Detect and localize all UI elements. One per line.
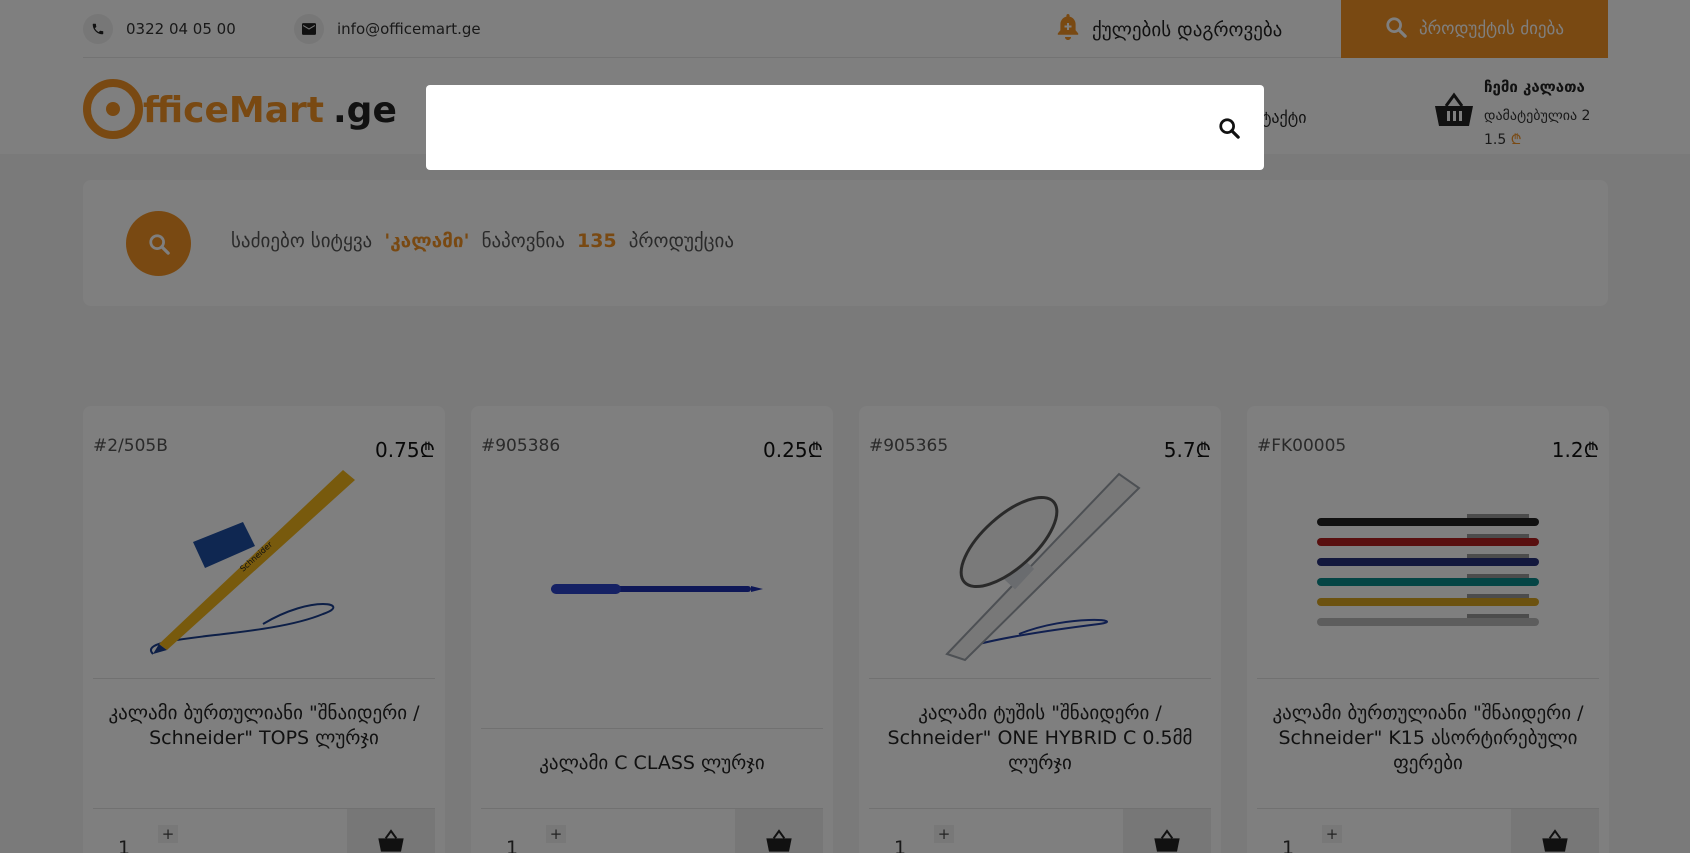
search-submit-button[interactable] (1216, 115, 1242, 141)
search-icon (1219, 118, 1240, 139)
search-modal (426, 85, 1264, 170)
search-input[interactable] (426, 85, 1186, 170)
